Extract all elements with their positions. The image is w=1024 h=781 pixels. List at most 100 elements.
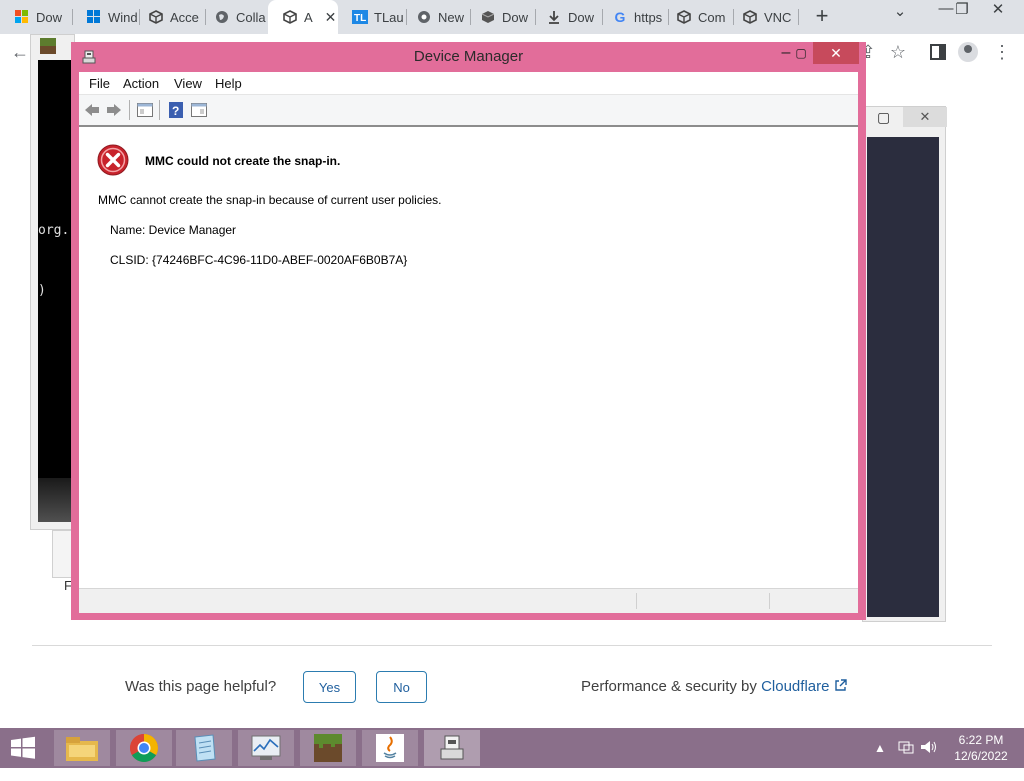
monitor-chart-icon — [251, 735, 281, 760]
maximize-button[interactable]: ▢ — [791, 42, 811, 64]
error-heading: MMC could not create the snap-in. — [145, 154, 341, 168]
cloudflare-link[interactable]: Cloudflare — [761, 678, 829, 695]
taskbar-performance-monitor[interactable] — [238, 730, 294, 766]
folder-icon — [66, 737, 98, 761]
back-arrow-icon[interactable]: ← — [8, 40, 32, 64]
system-clock[interactable]: 6:22 PM 12/6/2022 — [948, 732, 1014, 764]
snap-in-error-pane: MMC could not create the snap-in. MMC ca… — [79, 128, 858, 588]
tl-icon: TL — [352, 9, 368, 25]
tab-collab[interactable]: Colla — [200, 4, 270, 30]
snap-in-clsid: CLSID: {74246BFC-4C96-11D0-ABEF-0020AF6B… — [110, 253, 408, 267]
windows-start-icon[interactable] — [8, 736, 38, 760]
minecraft-block-icon — [40, 38, 56, 57]
tab-label: Dow — [502, 9, 529, 25]
window-title: Device Manager — [413, 48, 524, 65]
feedback-question: Was this page helpful? — [125, 678, 277, 695]
notepad-icon — [194, 734, 216, 762]
browser-tab-strip: Dow Wind Acce Colla A ✕ TL TLau New Dow … — [0, 0, 1024, 34]
tab-label: https — [634, 9, 663, 25]
windows-logo-icon — [14, 9, 30, 25]
download-icon — [546, 9, 562, 25]
tab-label: New — [438, 9, 465, 25]
taskbar-file-explorer[interactable] — [54, 730, 110, 766]
taskbar-minecraft[interactable] — [300, 730, 356, 766]
tab-label: Colla — [236, 9, 266, 25]
mmc-toolbar: ? — [79, 95, 858, 127]
taskbar-chrome[interactable] — [116, 730, 172, 766]
performance-text: Performance & security by — [581, 678, 757, 695]
tab-label: TLau — [374, 9, 404, 25]
console-output: org. ) — [38, 60, 72, 522]
maximize-icon[interactable]: ▢ — [877, 109, 890, 126]
error-description: MMC cannot create the snap-in because of… — [98, 193, 442, 207]
tab-label: Com — [698, 9, 726, 25]
tab-new[interactable]: New — [402, 4, 472, 30]
show-console-tree-icon[interactable] — [136, 101, 154, 119]
menu-help[interactable]: Help — [215, 76, 242, 91]
cube-icon — [676, 9, 692, 25]
tab-com[interactable]: Com — [662, 4, 732, 30]
svg-text:?: ? — [172, 104, 179, 118]
tab-access[interactable]: Acce — [134, 4, 202, 30]
tab-label: A — [304, 9, 313, 25]
tab-active[interactable]: A ✕ — [268, 0, 338, 34]
taskbar-device-manager[interactable] — [424, 730, 480, 766]
svg-text:TL: TL — [354, 13, 366, 24]
clock-date: 12/6/2022 — [954, 749, 1008, 763]
restore-button[interactable]: ❐ — [948, 0, 976, 22]
windows-taskbar: ▲ 6:22 PM 12/6/2022 — [0, 728, 1024, 768]
back-arrow-icon[interactable] — [83, 101, 101, 119]
volume-icon[interactable] — [920, 739, 938, 779]
no-button[interactable]: No — [376, 671, 427, 703]
tab-download-2[interactable]: Dow — [466, 4, 536, 30]
error-icon — [97, 144, 129, 176]
tab-tlauncher[interactable]: TL TLau — [338, 4, 408, 30]
tab-windows[interactable]: Wind — [72, 4, 138, 30]
show-hidden-icons-chevron-icon[interactable]: ▲ — [874, 741, 886, 781]
cube-icon — [742, 9, 758, 25]
tab-search-chevron-icon[interactable]: ⌄ — [886, 2, 914, 24]
background-panel — [52, 530, 72, 578]
tab-label: Dow — [568, 9, 595, 25]
close-window-button[interactable]: ✕ — [984, 0, 1012, 22]
tab-label: Dow — [36, 9, 63, 25]
device-manager-app-icon — [440, 735, 464, 760]
close-button[interactable]: ✕ — [813, 42, 859, 64]
profile-avatar-icon[interactable] — [958, 42, 978, 62]
star-icon[interactable]: ☆ — [886, 40, 910, 64]
tab-vnc[interactable]: VNC — [728, 4, 798, 30]
taskbar-java[interactable] — [362, 730, 418, 766]
performance-credit: Performance & security by Cloudflare — [581, 678, 847, 695]
footer-divider — [32, 645, 992, 646]
forward-arrow-icon[interactable] — [105, 101, 123, 119]
network-icon[interactable] — [898, 739, 914, 779]
close-icon[interactable]: ✕ — [903, 107, 947, 127]
tab-download-3[interactable]: Dow — [532, 4, 602, 30]
menu-action[interactable]: Action — [123, 76, 159, 91]
window-title-bar[interactable]: Device Manager – ▢ ✕ — [71, 42, 866, 72]
windows-logo-icon — [86, 9, 102, 25]
tab-google[interactable]: G https — [598, 4, 668, 30]
cube-icon — [282, 9, 298, 25]
more-menu-icon[interactable]: ⋮ — [990, 40, 1014, 64]
minecraft-block-icon — [314, 734, 342, 762]
device-manager-window: Device Manager – ▢ ✕ File Action View He… — [71, 42, 866, 620]
status-bar — [79, 588, 858, 613]
chrome-icon — [130, 734, 158, 762]
clock-time: 6:22 PM — [958, 733, 1004, 747]
external-link-icon[interactable] — [834, 678, 847, 695]
side-panel-icon[interactable] — [926, 40, 950, 64]
tab-label: VNC — [764, 9, 792, 25]
help-icon[interactable]: ? — [167, 101, 185, 119]
menu-bar: File Action View Help — [79, 72, 858, 95]
new-tab-button[interactable]: + — [810, 5, 834, 29]
taskbar-notepad[interactable] — [176, 730, 232, 766]
close-icon[interactable]: ✕ — [325, 9, 337, 26]
menu-view[interactable]: View — [174, 76, 202, 91]
yes-button[interactable]: Yes — [303, 671, 356, 703]
menu-file[interactable]: File — [89, 76, 110, 91]
show-action-pane-icon[interactable] — [190, 101, 208, 119]
chrome-icon — [416, 9, 432, 25]
tab-downloads-1[interactable]: Dow — [0, 4, 70, 30]
cube-icon — [148, 9, 164, 25]
